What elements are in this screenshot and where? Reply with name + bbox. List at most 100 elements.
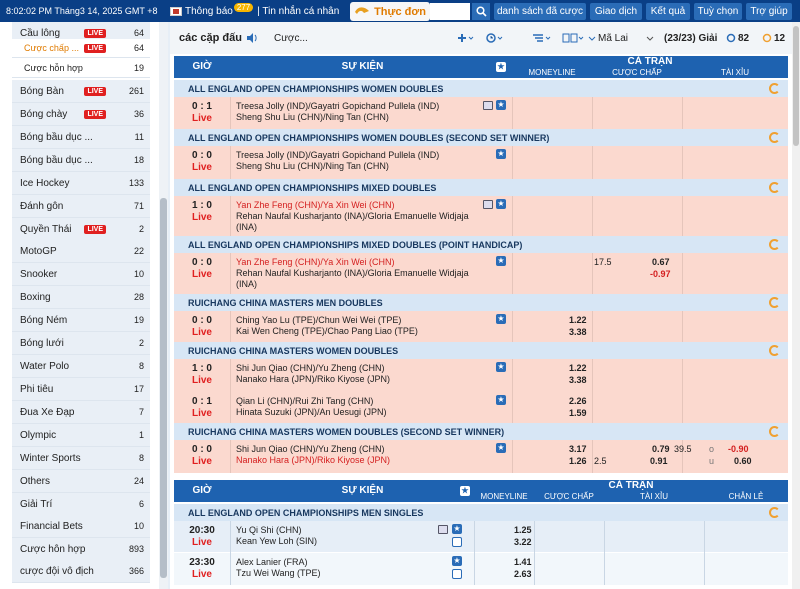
sidebar-item[interactable]: Olympic 1 (12, 424, 150, 447)
match-row[interactable]: 0 : 1 Live Qian Li (CHN)/Rui Zhi Tang (CHN… (174, 392, 788, 423)
moneyline-home[interactable]: 2.26 (569, 396, 587, 406)
refresh-icon[interactable] (769, 426, 780, 437)
sidebar-item[interactable]: Ice Hockey 133 (12, 172, 150, 195)
search-input[interactable] (430, 3, 470, 20)
league-header[interactable]: ALL ENGLAND OPEN CHAMPIONSHIPS WOMEN DOU… (174, 129, 788, 146)
refresh-icon[interactable] (769, 83, 780, 94)
league-header[interactable]: ALL ENGLAND OPEN CHAMPIONSHIPS MIXED DOU… (174, 179, 788, 196)
refresh-icon[interactable] (769, 507, 780, 518)
moneyline-home[interactable]: 1.22 (569, 315, 587, 325)
add-icon[interactable] (458, 33, 474, 43)
page-scroll-thumb[interactable] (793, 26, 799, 146)
sidebar-item[interactable]: Bóng Ném 19 (12, 309, 150, 332)
match-row[interactable]: 0 : 0 Live Treesa Jolly (IND)/Gayatri Gopi… (174, 146, 788, 179)
star-icon[interactable]: ★ (496, 314, 506, 324)
refresh-icon[interactable] (769, 297, 780, 308)
handicap-home[interactable]: 0.67 (652, 257, 670, 267)
overunder-home[interactable]: -0.90 (728, 444, 749, 454)
match-row[interactable]: 0 : 0 Live Shi Jun Qiao (CHN)/Yu Zheng (CH… (174, 440, 788, 473)
options-button[interactable]: Tuỳ chọn (694, 3, 742, 20)
sidebar-item[interactable]: Bóng bầu dục ... 18 (12, 149, 150, 172)
league-header[interactable]: ALL ENGLAND OPEN CHAMPIONSHIPS WOMEN DOU… (174, 80, 788, 97)
moneyline-away[interactable]: 2.63 (514, 569, 532, 579)
star-icon[interactable]: ★ (452, 556, 462, 566)
sidebar-item[interactable]: Boxing 28 (12, 286, 150, 309)
match-row[interactable]: 0 : 0 Live Yan Zhe Feng (CHN)/Ya Xin Wei (… (174, 253, 788, 294)
match-row[interactable]: 23:30 Live Alex Lanier (FRA) Tzu Wei Wang (… (174, 553, 788, 585)
sidebar-item[interactable]: MotoGP 22 (12, 240, 150, 263)
star-icon[interactable]: ★ (496, 256, 506, 266)
moneyline-home[interactable]: 1.25 (514, 525, 532, 535)
sidebar-item[interactable]: Others 24 (12, 470, 150, 493)
star-icon[interactable]: ★ (452, 524, 462, 534)
star-icon[interactable]: ★ (496, 149, 506, 159)
sidebar-item[interactable]: Cược hỗn hợp 19 (12, 59, 150, 78)
sidebar-item[interactable]: Financial Bets 10 (12, 515, 150, 538)
sidebar-item[interactable]: Cược chấp ... LIVE 64 (12, 39, 150, 58)
sidebar-item[interactable]: Bóng bầu dục ... 11 (12, 126, 150, 149)
refresh-icon[interactable] (769, 182, 780, 193)
sidebar-item[interactable]: Đánh gôn 71 (12, 195, 150, 218)
results-button[interactable]: Kết quả (646, 3, 690, 20)
refresh-icon[interactable] (769, 345, 780, 356)
auto-refresh-icon[interactable] (762, 33, 772, 43)
sidebar-item[interactable]: Bóng chày LIVE 36 (12, 103, 150, 126)
speaker-icon[interactable] (246, 33, 258, 43)
league-header[interactable]: RUICHANG CHINA MASTERS WOMEN DOUBLES (174, 342, 788, 359)
star-icon[interactable]: ★ (496, 395, 506, 405)
live-stream-icon[interactable] (483, 200, 493, 209)
star-icon[interactable]: ★ (496, 443, 506, 453)
match-row[interactable]: 1 : 0 Live Yan Zhe Feng (CHN)/Ya Xin Wei (… (174, 196, 788, 236)
live-stream-icon[interactable] (483, 101, 493, 110)
match-row[interactable]: 0 : 1 Live Treesa Jolly (IND)/Gayatri Gopi… (174, 97, 788, 129)
sidebar-item[interactable]: Giải Trí 6 (12, 493, 150, 516)
league-header[interactable]: ALL ENGLAND OPEN CHAMPIONSHIPS MEN SINGL… (174, 504, 788, 521)
live-stream-icon[interactable] (438, 525, 448, 534)
star-icon[interactable]: ★ (496, 100, 506, 110)
filter-select[interactable]: Cược... (274, 33, 308, 44)
sidebar-item[interactable]: Cược hỗn hợp 893 (12, 538, 150, 561)
refresh-icon[interactable] (769, 239, 780, 250)
arrow-down-icon[interactable] (588, 33, 596, 43)
calendar-icon[interactable] (452, 537, 462, 547)
sidebar-item[interactable]: Bóng lưới 2 (12, 332, 150, 355)
sidebar-item[interactable]: Winter Sports 8 (12, 447, 150, 470)
star-icon[interactable]: ★ (496, 62, 506, 72)
sort-icon[interactable] (532, 33, 552, 43)
sidebar-item[interactable]: cược đội vô địch 366 (12, 560, 150, 583)
layout-icon[interactable] (562, 33, 584, 43)
moneyline-away[interactable]: 1.59 (569, 408, 587, 418)
league-header[interactable]: RUICHANG CHINA MASTERS WOMEN DOUBLES (SE… (174, 423, 788, 440)
moneyline-home[interactable]: 1.22 (569, 363, 587, 373)
match-row[interactable]: 20:30 Live Yu Qi Shi (CHN) Kean Yew Loh (SI… (174, 521, 788, 553)
sidebar-item[interactable]: Đua Xe Đạp 7 (12, 401, 150, 424)
sidebar-scroll-thumb[interactable] (160, 198, 167, 578)
league-header[interactable]: ALL ENGLAND OPEN CHAMPIONSHIPS MIXED DOU… (174, 236, 788, 253)
transactions-button[interactable]: Giao dịch (590, 3, 642, 20)
sidebar-item[interactable]: Quyền Thái LIVE 2 (12, 218, 150, 241)
moneyline-home[interactable]: 1.41 (514, 557, 532, 567)
moneyline-away[interactable]: 3.38 (569, 327, 587, 337)
notifications-link[interactable]: Thông báo 277 (170, 2, 254, 17)
star-icon[interactable]: ★ (460, 486, 470, 496)
handicap-home[interactable]: 0.79 (652, 444, 670, 454)
overunder-away[interactable]: 0.60 (734, 456, 752, 466)
refresh-icon[interactable] (769, 132, 780, 143)
help-button[interactable]: Trợ giúp (746, 3, 792, 20)
calendar-icon[interactable] (452, 569, 462, 579)
moneyline-home[interactable]: 3.17 (569, 444, 587, 454)
moneyline-away[interactable]: 3.38 (569, 375, 587, 385)
star-icon[interactable]: ★ (496, 199, 506, 209)
menu-button[interactable]: Thực đơn (350, 2, 430, 21)
match-row[interactable]: 1 : 0 Live Shi Jun Qiao (CHN)/Yu Zheng (CH… (174, 359, 788, 392)
moneyline-away[interactable]: 1.26 (569, 456, 587, 466)
sidebar-item[interactable]: Water Polo 8 (12, 355, 150, 378)
sidebar-item[interactable]: Phi tiêu 17 (12, 378, 150, 401)
sidebar-item[interactable]: Snooker 10 (12, 263, 150, 286)
clock-icon[interactable] (486, 33, 504, 43)
handicap-away[interactable]: -0.97 (650, 269, 671, 279)
handicap-away[interactable]: 0.91 (650, 456, 668, 466)
star-icon[interactable]: ★ (496, 362, 506, 372)
match-row[interactable]: 0 : 0 Live Ching Yao Lu (TPE)/Chun Wei Wei… (174, 311, 788, 342)
search-button[interactable] (472, 3, 490, 20)
